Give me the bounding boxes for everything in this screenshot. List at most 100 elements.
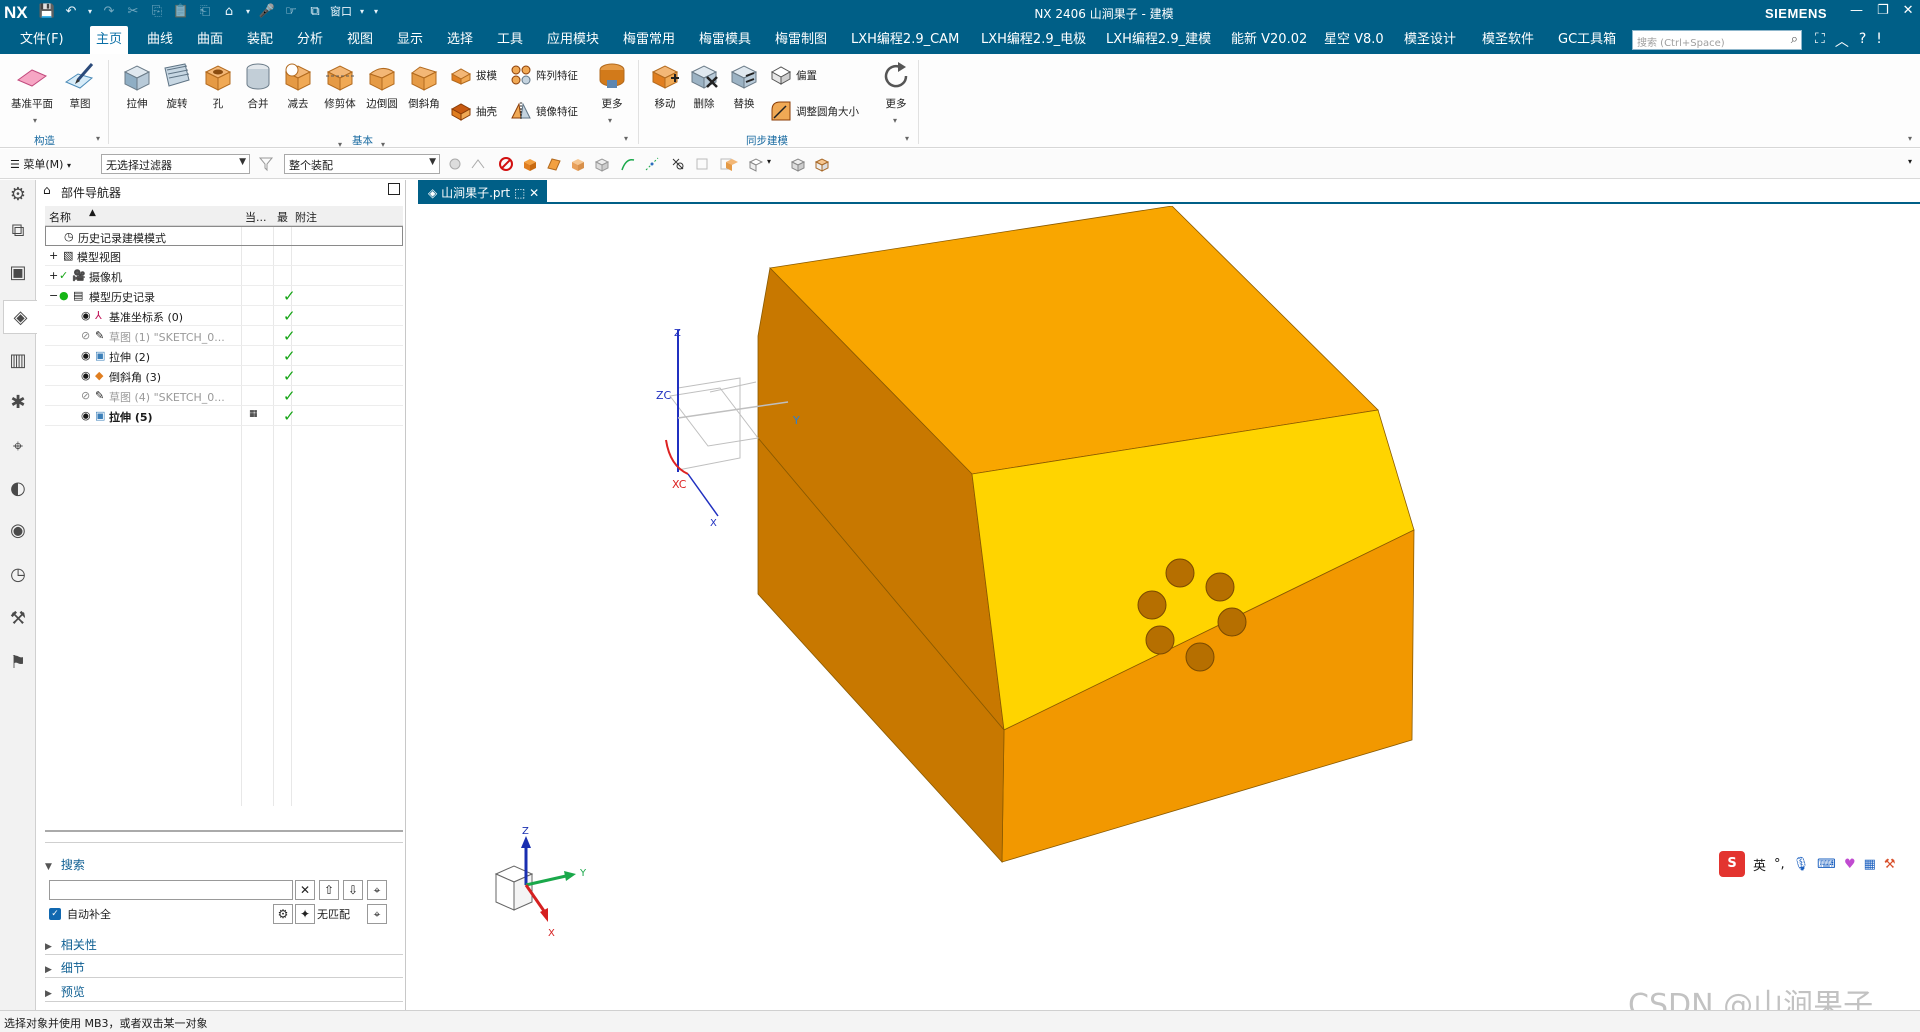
document-tab[interactable]: ◈ 山涧果子.prt ⬚ ✕ — [418, 180, 548, 204]
select-body-icon[interactable] — [522, 156, 538, 172]
column-notes[interactable]: 附注 — [291, 206, 403, 226]
draft-button[interactable]: 拔模 — [450, 64, 497, 86]
hole[interactable] — [1217, 607, 1247, 637]
search-highlight-icon[interactable]: ✦ — [295, 904, 315, 924]
role-icon[interactable]: ⚑ — [7, 652, 29, 674]
no-selection-icon[interactable] — [498, 156, 514, 172]
menu-lxh-electrode[interactable]: LXH编程2.9_电极 — [975, 26, 1092, 54]
ime-language-toggle[interactable]: 英 — [1753, 855, 1766, 874]
hole[interactable] — [1205, 572, 1235, 602]
skin-icon[interactable]: ♥ — [1844, 857, 1856, 872]
maximize-panel-icon[interactable] — [388, 183, 400, 195]
trim-body-button[interactable]: 修剪体 — [318, 54, 362, 111]
menu-file[interactable]: 文件(F) — [14, 26, 70, 54]
navigator-horizontal-scrollbar[interactable] — [45, 830, 403, 836]
construct-group-dropdown-icon[interactable]: ▾ — [96, 134, 100, 143]
tree-row[interactable]: + ▧ 模型视图 — [45, 246, 403, 266]
menu-meilei-mold[interactable]: 梅雷模具 — [693, 26, 757, 54]
search-next-icon[interactable]: ⇩ — [343, 880, 363, 900]
menu-mosheng-software[interactable]: 模圣软件 — [1476, 26, 1540, 54]
select-curve-icon[interactable] — [620, 156, 636, 172]
datum-dropdown-icon[interactable]: ▾ — [33, 116, 37, 125]
reuse-library-icon[interactable]: ▥ — [7, 350, 29, 372]
revolve-button[interactable]: 旋转 — [155, 54, 199, 111]
menu-applications[interactable]: 应用模块 — [541, 26, 605, 54]
search-target-icon[interactable]: ⌖ — [367, 880, 387, 900]
view-triad[interactable]: Z Y X — [494, 826, 587, 939]
tree-row[interactable]: ⊘ ✎ 草图 (1) "SKETCH_0... ✓ — [45, 326, 403, 346]
tree-row[interactable]: ◉ ▣ 拉伸 (5) ▦ ✓ — [45, 406, 403, 426]
menu-meilei-common[interactable]: 梅雷常用 — [617, 26, 681, 54]
shell-button[interactable]: 抽壳 — [450, 100, 497, 122]
column-current[interactable]: 当... — [241, 206, 273, 226]
search-section-header[interactable]: ▼ 搜索 — [45, 856, 403, 873]
type-filter-select[interactable]: 无选择过滤器 ▼ — [101, 154, 250, 174]
select-feature-icon[interactable] — [447, 156, 463, 172]
preview-section-header[interactable]: ▶ 预览 — [45, 983, 403, 1000]
snap-point-icon[interactable] — [670, 156, 686, 172]
snap-box-icon[interactable] — [748, 156, 764, 172]
move-face-button[interactable]: 移动 — [643, 54, 687, 111]
sync-more-button[interactable]: 更多 — [874, 54, 918, 111]
basic-more-button[interactable]: 更多 — [590, 54, 634, 111]
restore-button[interactable]: ❐ — [1877, 3, 1889, 18]
tools-icon[interactable]: ⚒ — [7, 608, 29, 630]
search-previous-icon[interactable]: ⇧ — [319, 880, 339, 900]
tree-row[interactable]: ◉ ▣ 拉伸 (2) ✓ — [45, 346, 403, 366]
select-face-icon[interactable] — [546, 156, 562, 172]
snap-dropdown-icon[interactable]: ▾ — [767, 157, 771, 166]
tree-row[interactable]: ◷ 历史记录建模模式 — [45, 226, 403, 246]
menu-home[interactable]: 主页 — [90, 26, 129, 54]
fullscreen-icon[interactable]: ⛶ — [1815, 31, 1825, 51]
hole[interactable] — [1145, 625, 1175, 655]
trim-dropdown-icon[interactable]: ▾ — [338, 140, 342, 149]
dependencies-section-header[interactable]: ▶ 相关性 — [45, 936, 403, 953]
column-latest[interactable]: 最 — [273, 206, 291, 226]
column-name[interactable]: 名称 ▲ — [45, 206, 241, 226]
voice-input-icon[interactable]: 🎙 — [1793, 857, 1810, 872]
snap-faces-icon[interactable] — [724, 156, 740, 172]
sketch-button[interactable]: 草图 — [58, 54, 102, 111]
extrude-button[interactable]: 拉伸 — [115, 54, 159, 111]
unite-button[interactable]: 合并 — [236, 54, 280, 111]
web-browser-icon[interactable]: ⌖ — [7, 436, 29, 458]
menu-select[interactable]: 选择 — [441, 26, 479, 54]
hole[interactable] — [1185, 642, 1215, 672]
expand-icon[interactable]: + — [49, 269, 58, 282]
edge-blend-button[interactable]: 边倒圆 — [360, 54, 404, 111]
sync-group-dropdown-icon[interactable]: ▾ — [905, 134, 909, 143]
system-scene-icon[interactable]: ◉ — [7, 520, 29, 542]
menu-xingkong[interactable]: 星空 V8.0 — [1318, 26, 1390, 54]
menu-nengxin[interactable]: 能新 V20.02 — [1225, 26, 1313, 54]
view-cube-icon[interactable] — [790, 156, 806, 172]
menu-meilei-drawing[interactable]: 梅雷制图 — [769, 26, 833, 54]
search-options-icon[interactable]: ⚙ — [273, 904, 293, 924]
eye-hidden-icon[interactable]: ⊘ — [81, 389, 90, 402]
constraint-navigator-icon[interactable]: ▣ — [7, 262, 29, 284]
gear-icon[interactable]: ⚙ — [7, 184, 29, 206]
menu-lxh-modeling[interactable]: LXH编程2.9_建模 — [1100, 26, 1217, 54]
hd3d-tools-icon[interactable]: ✱ — [7, 392, 29, 414]
punctuation-icon[interactable]: °, — [1774, 857, 1785, 872]
menu-display[interactable]: 显示 — [391, 26, 429, 54]
command-search-input[interactable]: 搜索 (Ctrl+Space) ⌕ — [1632, 30, 1802, 50]
auto-complete-checkbox[interactable]: ✓ — [49, 908, 61, 920]
offset-face-button[interactable]: 偏置 — [770, 64, 817, 86]
select-point-icon[interactable] — [644, 156, 660, 172]
snap-settings-icon[interactable] — [694, 156, 710, 172]
filter-icon[interactable] — [258, 156, 274, 172]
tree-row[interactable]: ⊘ ✎ 草图 (4) "SKETCH_0... ✓ — [45, 386, 403, 406]
hole[interactable] — [1137, 590, 1167, 620]
toolbox-icon[interactable]: ▦ — [1864, 857, 1876, 872]
view-orange-cube-icon[interactable] — [814, 156, 830, 172]
tree-row[interactable]: ◉ ⅄ 基准坐标系 (0) ✓ — [45, 306, 403, 326]
menu-assembly[interactable]: 装配 — [241, 26, 279, 54]
replace-face-button[interactable]: 替换 — [722, 54, 766, 111]
hole[interactable] — [1165, 558, 1195, 588]
selection-scope-select[interactable]: 整个装配 ▼ — [284, 154, 440, 174]
basic-group-dropdown-icon[interactable]: ▾ — [624, 134, 628, 143]
delete-face-button[interactable]: 删除 — [682, 54, 726, 111]
assembly-navigator-icon[interactable]: ⧉ — [7, 220, 29, 242]
menu-view[interactable]: 视图 — [341, 26, 379, 54]
hole-button[interactable]: 孔 — [196, 54, 240, 111]
